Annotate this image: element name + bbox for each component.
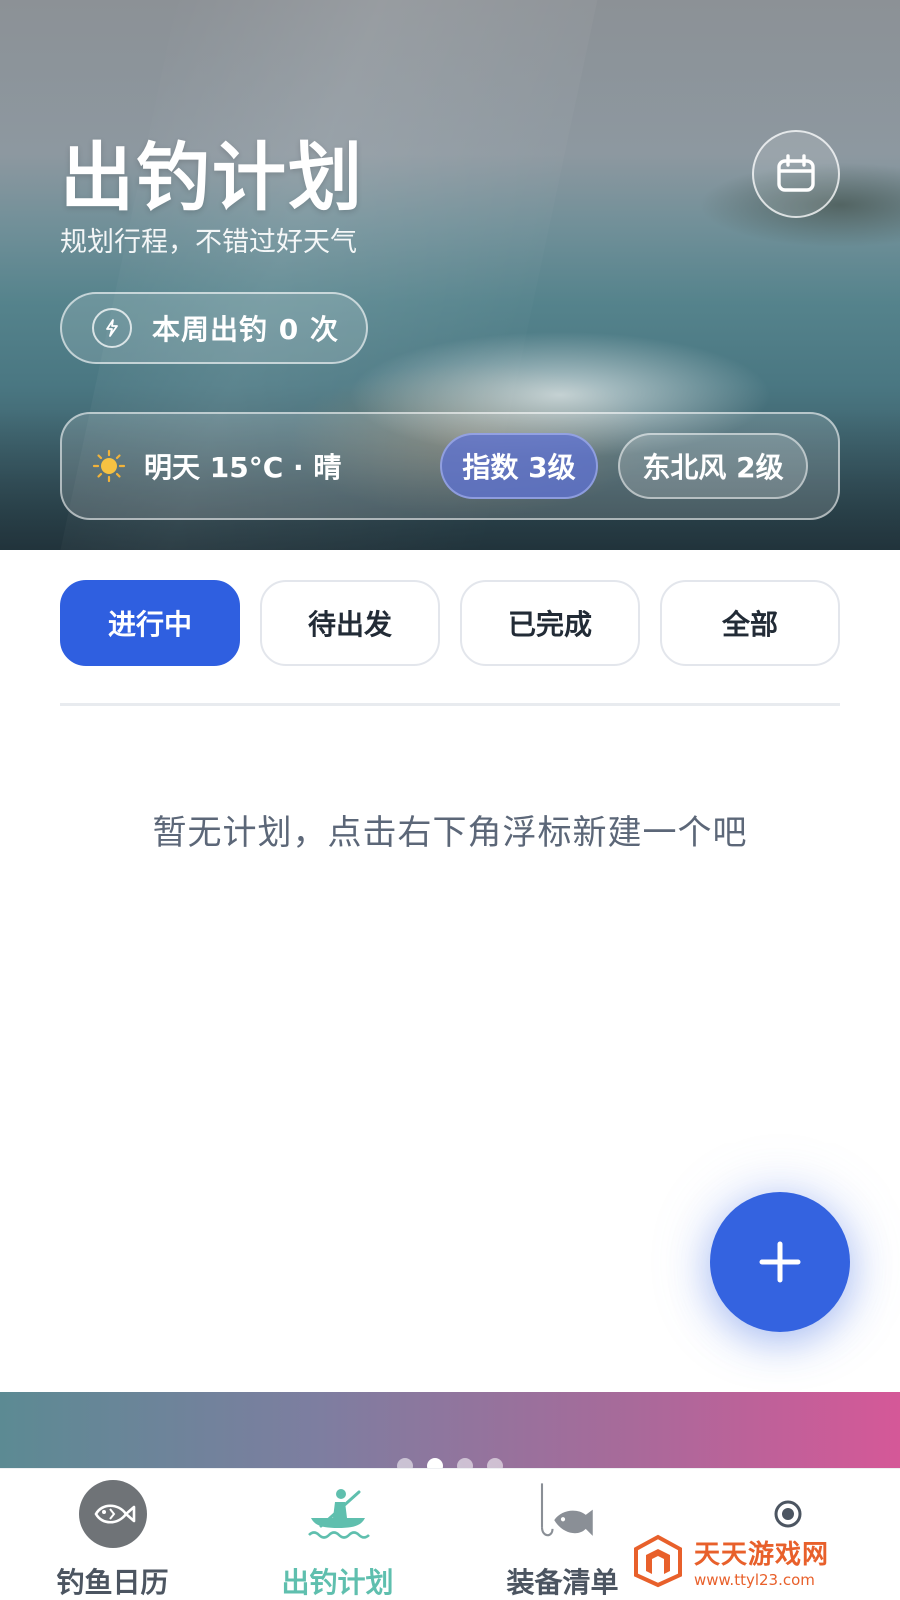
sun-icon bbox=[92, 449, 126, 483]
kayak-icon bbox=[303, 1479, 373, 1549]
nav-icon-wrap bbox=[78, 1479, 148, 1549]
tab-completed[interactable]: 已完成 bbox=[460, 580, 640, 666]
divider bbox=[60, 703, 840, 706]
lightning-icon bbox=[92, 308, 132, 348]
nav-item-fishing-calendar[interactable]: 钓鱼日历 bbox=[0, 1469, 225, 1600]
watermark-logo-icon bbox=[634, 1534, 682, 1588]
wind-chip[interactable]: 东北风 2级 bbox=[618, 433, 808, 499]
promo-banner[interactable] bbox=[0, 1392, 900, 1468]
page-subtitle: 规划行程，不错过好天气 bbox=[60, 227, 357, 258]
calendar-button[interactable] bbox=[752, 130, 840, 218]
watermark-url: www.ttyl23.com bbox=[694, 1570, 815, 1589]
plus-icon bbox=[759, 1241, 801, 1283]
weekly-trip-count: 本周出钓 0 次 bbox=[60, 292, 368, 364]
fish-icon bbox=[78, 1480, 147, 1548]
nav-label-active: 出钓计划 bbox=[281, 1566, 394, 1599]
nav-label: 装备清单 bbox=[506, 1566, 619, 1599]
tab-in-progress[interactable]: 进行中 bbox=[60, 580, 240, 666]
page-title: 出钓计划 bbox=[60, 135, 364, 221]
site-watermark: 天天游戏网 www.ttyl23.com bbox=[630, 1528, 900, 1594]
weather-card: 明天 15°C · 晴 指数 3级 东北风 2级 bbox=[60, 412, 840, 520]
tab-all[interactable]: 全部 bbox=[660, 580, 840, 666]
tab-pending[interactable]: 待出发 bbox=[260, 580, 440, 666]
weekly-trip-text: 本周出钓 0 次 bbox=[152, 313, 339, 346]
weather-forecast: 明天 15°C · 晴 bbox=[144, 451, 342, 484]
fishing-hook-icon bbox=[528, 1479, 598, 1549]
filter-tabs: 进行中 待出发 已完成 全部 bbox=[60, 580, 840, 666]
fishing-index-chip[interactable]: 指数 3级 bbox=[440, 433, 598, 499]
watermark-name: 天天游戏网 bbox=[694, 1539, 830, 1570]
calendar-icon bbox=[777, 154, 815, 192]
nav-item-fishing-plan[interactable]: 出钓计划 bbox=[225, 1469, 450, 1600]
nav-label: 钓鱼日历 bbox=[56, 1566, 169, 1599]
hero-banner: 出钓计划 规划行程，不错过好天气 本周出钓 0 次 明天 15°C · 晴 指数… bbox=[0, 0, 900, 550]
empty-state-message: 暂无计划，点击右下角浮标新建一个吧 bbox=[152, 813, 748, 853]
add-plan-button[interactable] bbox=[710, 1192, 850, 1332]
